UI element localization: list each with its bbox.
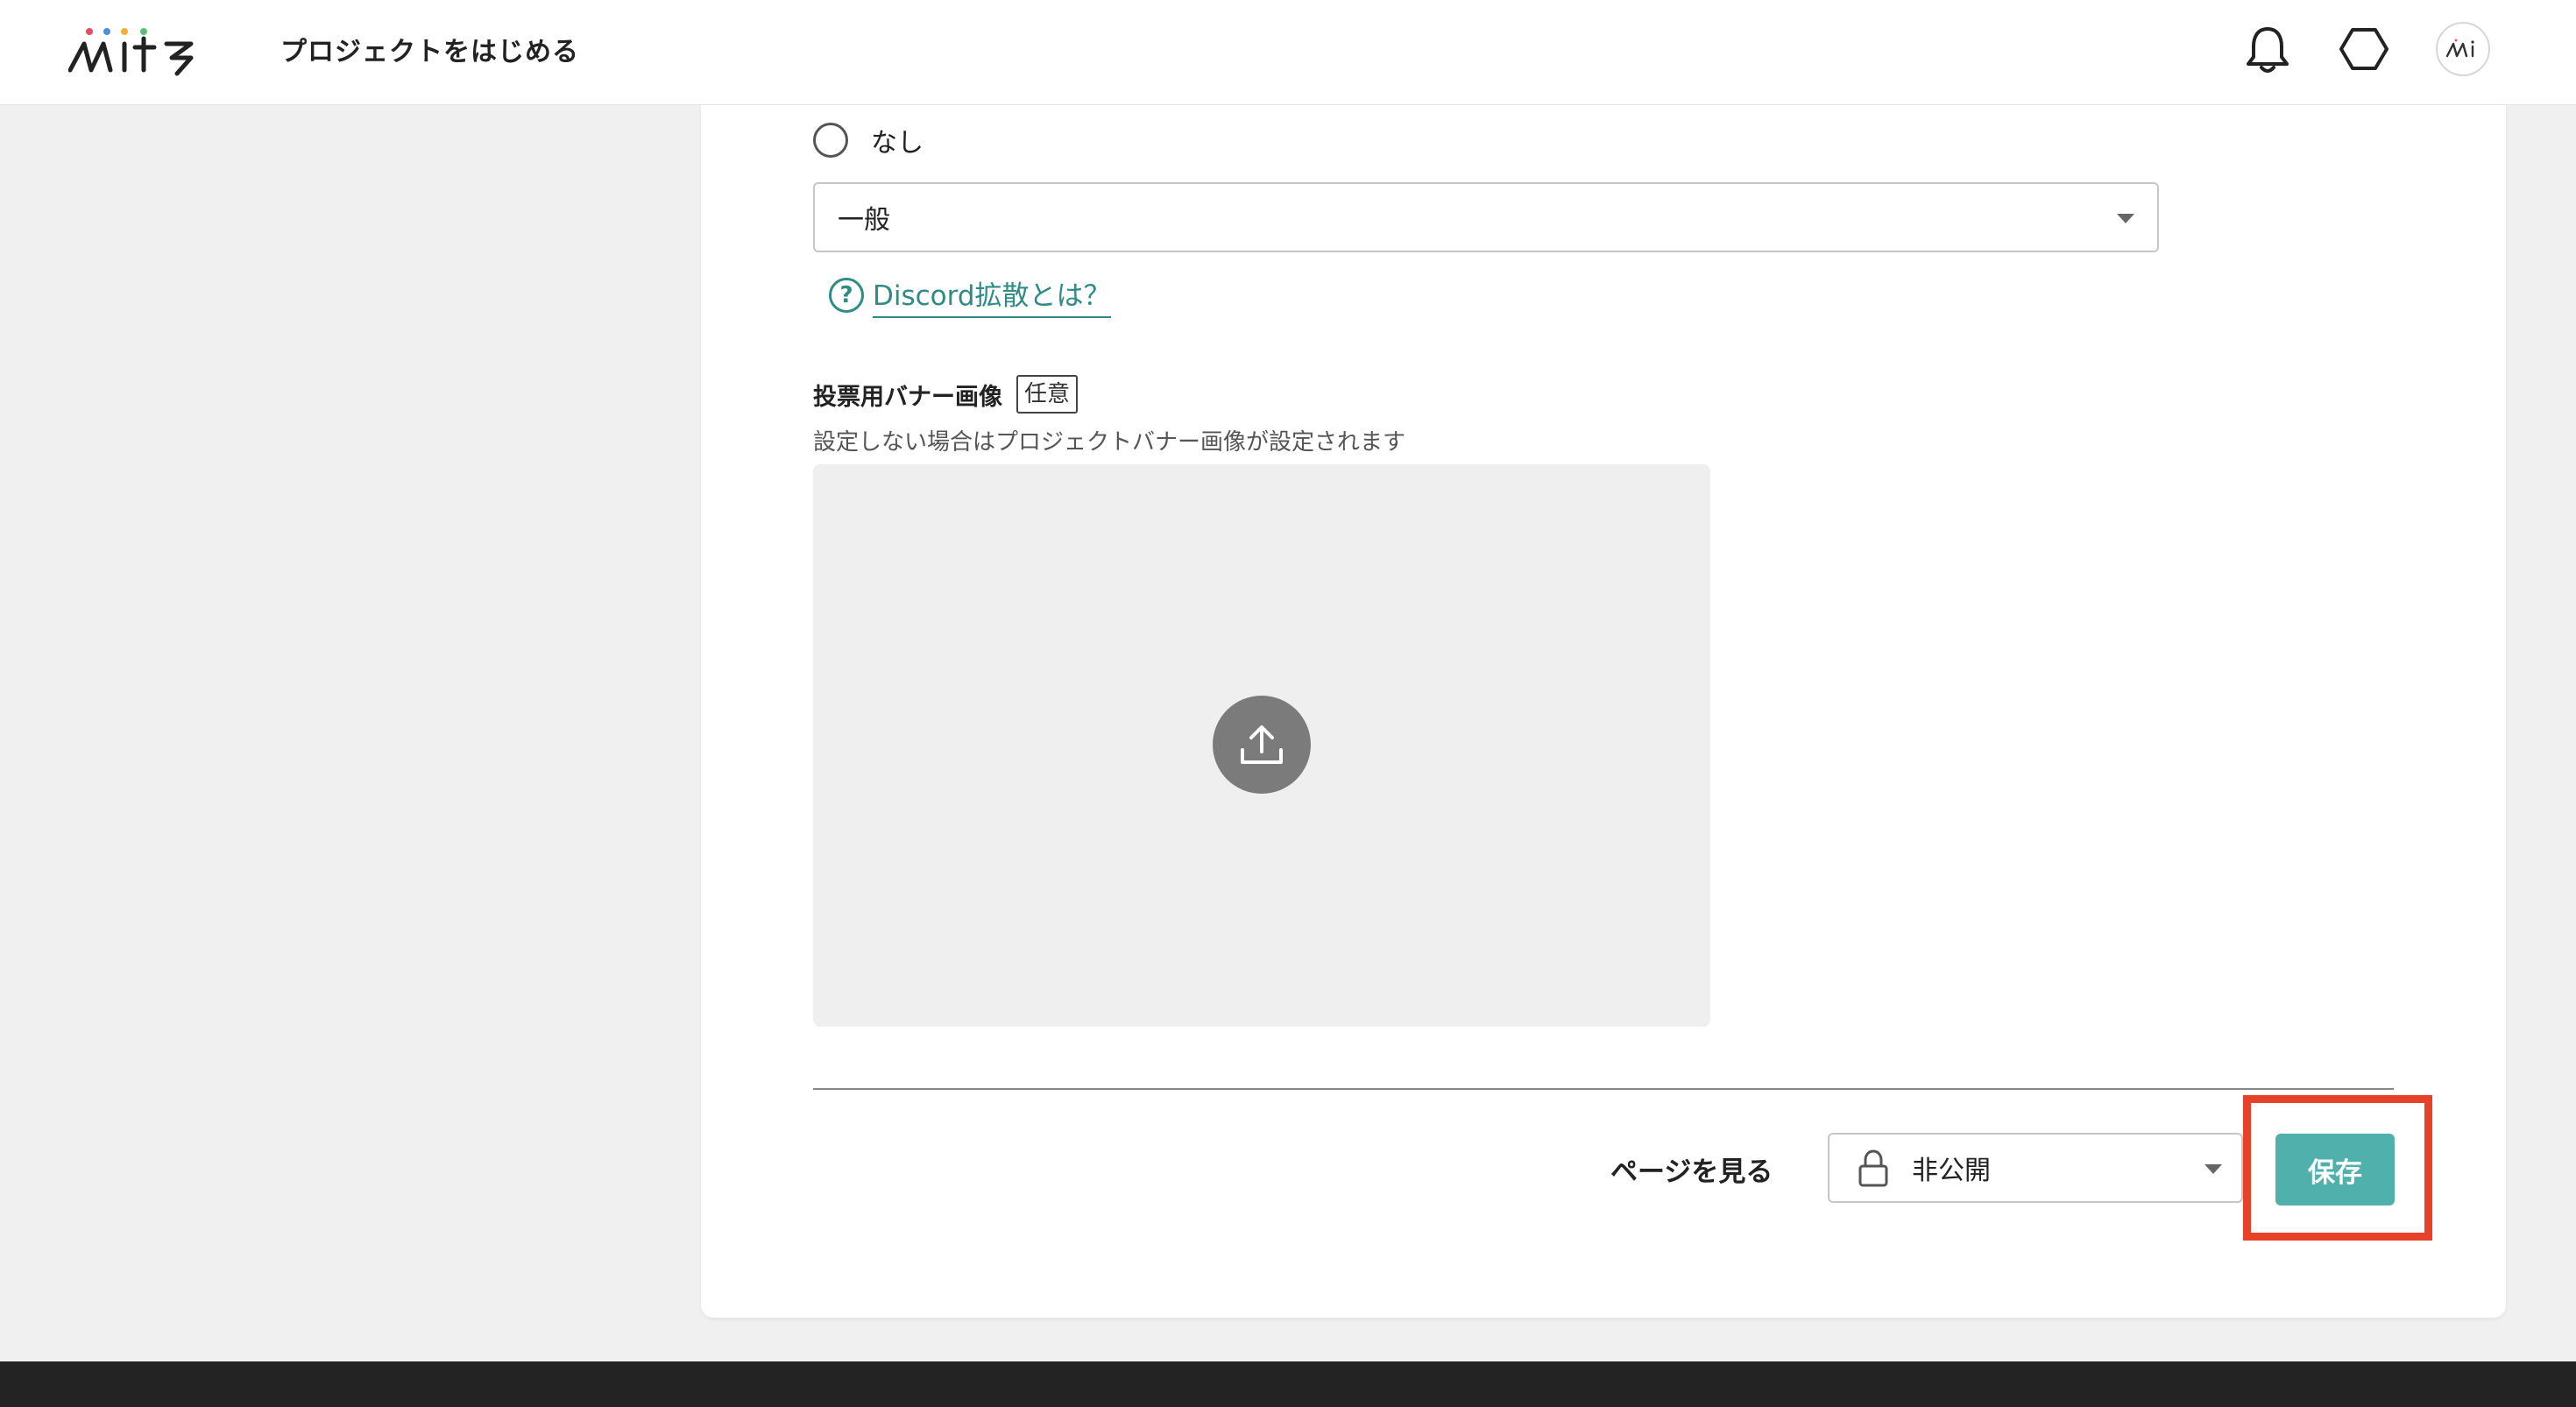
lock-icon	[1858, 1149, 1888, 1187]
channel-select[interactable]: 一般	[813, 182, 2159, 252]
banner-label: 投票用バナー画像	[813, 383, 1002, 411]
bell-icon[interactable]	[2240, 21, 2296, 77]
hexagon-icon[interactable]	[2336, 21, 2392, 77]
channel-select-value: 一般	[838, 205, 890, 236]
page-title: プロジェクトをはじめる	[280, 37, 579, 67]
section-divider	[813, 1088, 2394, 1090]
save-button[interactable]: 保存	[2275, 1134, 2395, 1205]
question-icon: ?	[829, 278, 864, 313]
help-link-text: Discord拡散とは？	[873, 273, 1111, 318]
chevron-down-icon	[2204, 1164, 2222, 1174]
radio-none[interactable]: なし	[813, 121, 924, 159]
visibility-value: 非公開	[1912, 1156, 1991, 1186]
mits-logo[interactable]	[67, 25, 212, 77]
banner-description: 設定しない場合はプロジェクトバナー画像が設定されます	[813, 429, 1406, 456]
radio-button[interactable]	[813, 123, 848, 158]
upload-icon[interactable]	[1213, 696, 1311, 794]
view-page-link[interactable]: ページを見る	[1610, 1149, 1773, 1189]
visibility-select[interactable]: 非公開	[1828, 1133, 2243, 1203]
user-avatar[interactable]	[2436, 22, 2490, 76]
banner-label-row: 投票用バナー画像 任意	[813, 373, 1079, 415]
page-footer	[0, 1361, 2576, 1407]
banner-upload-area[interactable]	[813, 464, 1710, 1027]
discord-help-link[interactable]: ? Discord拡散とは？	[829, 273, 1111, 318]
app-header: プロジェクトをはじめる	[0, 0, 2576, 105]
chevron-down-icon	[2117, 214, 2134, 223]
optional-badge: 任意	[1016, 375, 1079, 414]
radio-none-label: なし	[871, 128, 924, 159]
